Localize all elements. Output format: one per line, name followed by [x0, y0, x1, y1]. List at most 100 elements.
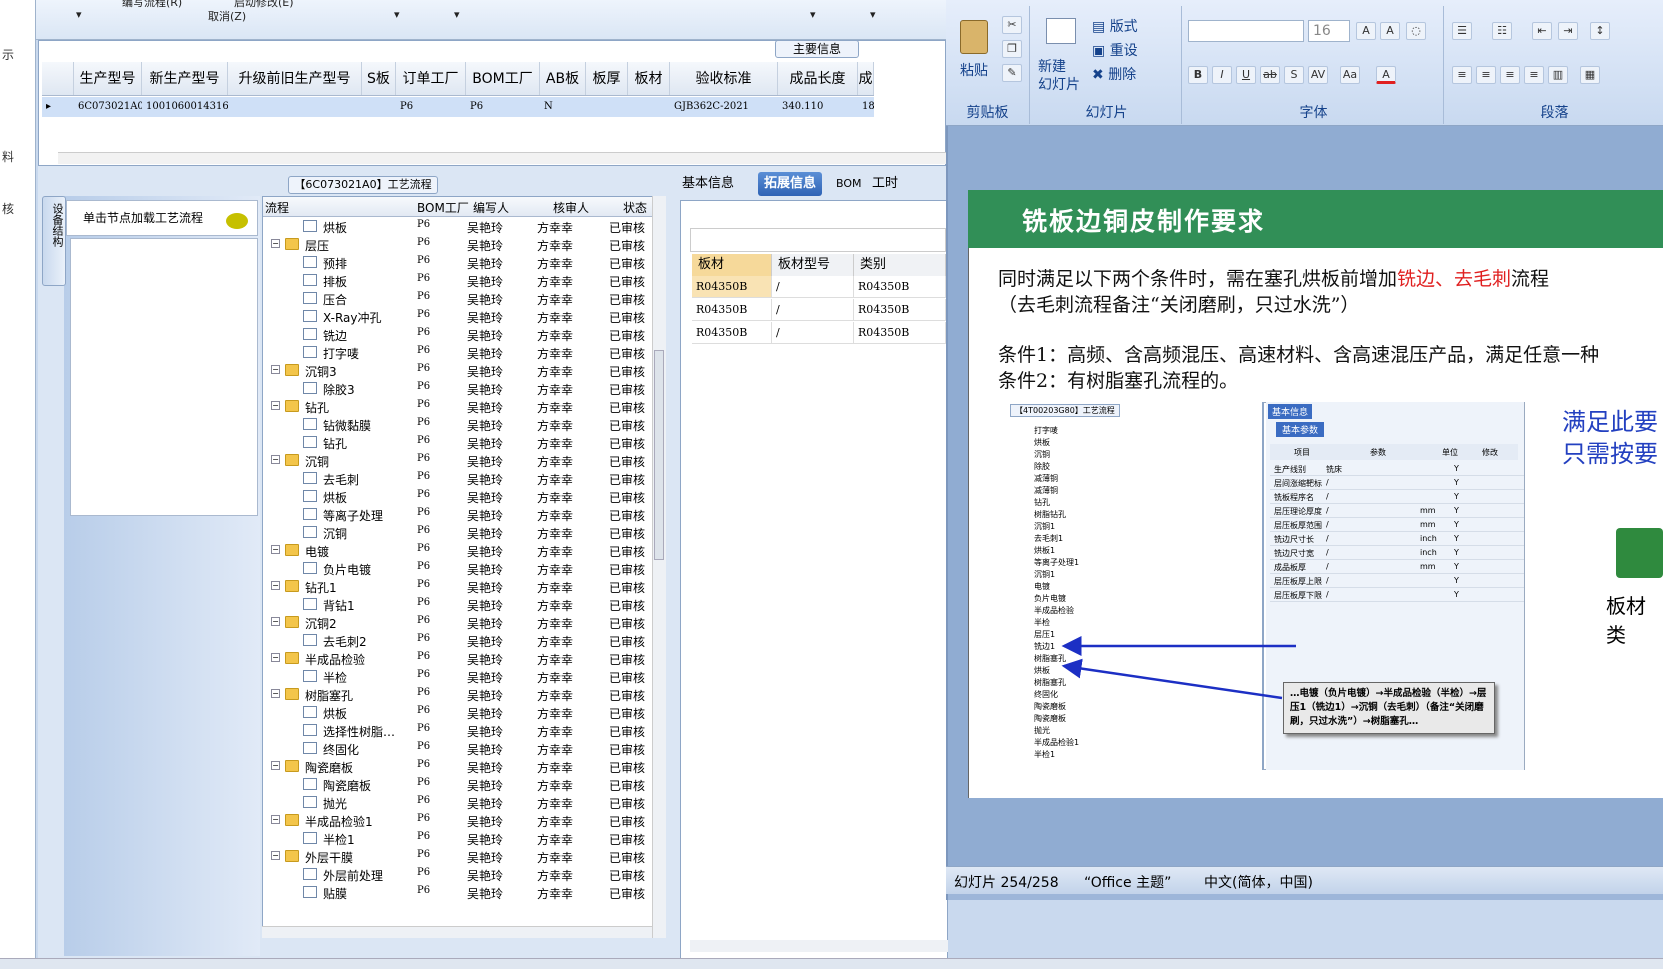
- table-cell[interactable]: 6C073021A0: [74, 97, 142, 117]
- shadow-icon[interactable]: S: [1284, 66, 1304, 84]
- cut-icon[interactable]: ✂: [1002, 16, 1022, 34]
- table-cell[interactable]: [228, 97, 362, 117]
- column-header[interactable]: 流程: [265, 199, 289, 216]
- column-header[interactable]: 生产型号: [74, 62, 142, 95]
- column-header[interactable]: 成品长度: [778, 62, 858, 95]
- tree-leaf-row[interactable]: 钻微黏膜 P6 吴艳玲 方幸幸 已审核: [263, 415, 665, 434]
- tree-folder-row[interactable]: − 层压 P6 吴艳玲 方幸幸 已审核: [263, 235, 665, 254]
- table-cell[interactable]: R04350B: [692, 322, 772, 343]
- column-header[interactable]: 新生产型号: [142, 62, 228, 95]
- collapse-toggle-icon[interactable]: −: [271, 761, 280, 770]
- tree-leaf-row[interactable]: 半检 P6 吴艳玲 方幸幸 已审核: [263, 667, 665, 686]
- font-size-select[interactable]: 16: [1308, 20, 1350, 42]
- tree-leaf-row[interactable]: 半检1 P6 吴艳玲 方幸幸 已审核: [263, 829, 665, 848]
- grow-font-icon[interactable]: A: [1356, 22, 1376, 40]
- tab-bom[interactable]: BOM: [830, 172, 868, 196]
- tree-leaf-row[interactable]: 终固化 P6 吴艳玲 方幸幸 已审核: [263, 739, 665, 758]
- tree-folder-row[interactable]: − 钻孔 P6 吴艳玲 方幸幸 已审核: [263, 397, 665, 416]
- column-header[interactable]: AB板: [540, 62, 586, 95]
- tree-folder-row[interactable]: − 半成品检验 P6 吴艳玲 方幸幸 已审核: [263, 649, 665, 668]
- table-cell[interactable]: 10010600143161: [142, 97, 228, 117]
- tree-leaf-row[interactable]: 去毛刺 P6 吴艳玲 方幸幸 已审核: [263, 469, 665, 488]
- table-row[interactable]: R04350B / R04350B: [692, 322, 946, 344]
- chevron-down-icon[interactable]: ▾: [454, 8, 460, 21]
- table-cell[interactable]: R04350B: [854, 299, 946, 320]
- table-row[interactable]: R04350B / R04350B: [692, 276, 946, 298]
- chevron-down-icon[interactable]: ▾: [76, 8, 82, 21]
- tree-leaf-row[interactable]: 排板 P6 吴艳玲 方幸幸 已审核: [263, 271, 665, 290]
- collapse-toggle-icon[interactable]: −: [271, 617, 280, 626]
- format-painter-icon[interactable]: ✎: [1002, 64, 1022, 82]
- collapse-toggle-icon[interactable]: −: [271, 851, 280, 860]
- table-cell[interactable]: 340.110: [778, 97, 858, 117]
- language[interactable]: 中文(简体，中国): [1204, 872, 1313, 892]
- tree-leaf-row[interactable]: 沉铜 P6 吴艳玲 方幸幸 已审核: [263, 523, 665, 542]
- table-cell[interactable]: R04350B: [854, 322, 946, 343]
- table-cell[interactable]: /: [772, 299, 854, 320]
- tree-folder-row[interactable]: − 沉铜 P6 吴艳玲 方幸幸 已审核: [263, 451, 665, 470]
- layout-button[interactable]: ▤ 版式: [1092, 16, 1138, 36]
- tree-leaf-row[interactable]: 除胶3 P6 吴艳玲 方幸幸 已审核: [263, 379, 665, 398]
- column-header[interactable]: BOM工厂: [417, 199, 469, 216]
- underline-icon[interactable]: U: [1236, 66, 1256, 84]
- tree-folder-row[interactable]: − 沉铜2 P6 吴艳玲 方幸幸 已审核: [263, 613, 665, 632]
- tree-folder-row[interactable]: − 外层干膜 P6 吴艳玲 方幸幸 已审核: [263, 847, 665, 866]
- increase-indent-icon[interactable]: ⇥: [1558, 22, 1578, 40]
- new-slide-button[interactable]: 新建 幻灯片: [1038, 58, 1080, 94]
- column-header[interactable]: 板材型号: [772, 254, 854, 276]
- table-cell[interactable]: 18: [858, 97, 874, 117]
- tree-leaf-row[interactable]: 烘板 P6 吴艳玲 方幸幸 已审核: [263, 487, 665, 506]
- column-header[interactable]: 板厚: [586, 62, 628, 95]
- chevron-down-icon[interactable]: ▾: [394, 8, 400, 21]
- detail-horizontal-scrollbar[interactable]: [690, 940, 948, 952]
- decrease-indent-icon[interactable]: ⇤: [1532, 22, 1552, 40]
- bold-icon[interactable]: B: [1188, 66, 1208, 84]
- chevron-down-icon[interactable]: ▾: [870, 8, 876, 21]
- table-cell[interactable]: [628, 97, 670, 117]
- collapse-toggle-icon[interactable]: −: [271, 401, 280, 410]
- tree-leaf-row[interactable]: X-Ray冲孔 P6 吴艳玲 方幸幸 已审核: [263, 307, 665, 326]
- tree-leaf-row[interactable]: 铣边 P6 吴艳玲 方幸幸 已审核: [263, 325, 665, 344]
- tree-folder-row[interactable]: − 半成品检验1 P6 吴艳玲 方幸幸 已审核: [263, 811, 665, 830]
- tree-leaf-row[interactable]: 等离子处理 P6 吴艳玲 方幸幸 已审核: [263, 505, 665, 524]
- tree-leaf-row[interactable]: 去毛刺2 P6 吴艳玲 方幸幸 已审核: [263, 631, 665, 650]
- table-cell[interactable]: P6: [396, 97, 466, 117]
- table-cell[interactable]: R04350B: [854, 276, 946, 297]
- scrollbar-thumb[interactable]: [654, 350, 664, 560]
- tree-folder-row[interactable]: − 陶瓷磨板 P6 吴艳玲 方幸幸 已审核: [263, 757, 665, 776]
- tree-leaf-row[interactable]: 抛光 P6 吴艳玲 方幸幸 已审核: [263, 793, 665, 812]
- column-header[interactable]: 核审人: [553, 199, 589, 216]
- table-row[interactable]: R04350B / R04350B: [692, 299, 946, 321]
- tree-folder-row[interactable]: − 电镀 P6 吴艳玲 方幸幸 已审核: [263, 541, 665, 560]
- collapse-toggle-icon[interactable]: −: [271, 545, 280, 554]
- collapse-toggle-icon[interactable]: −: [271, 581, 280, 590]
- column-header[interactable]: 升级前旧生产型号: [228, 62, 362, 95]
- tree-leaf-row[interactable]: 钻孔 P6 吴艳玲 方幸幸 已审核: [263, 433, 665, 452]
- menu-item-cancel[interactable]: 取消(Z): [208, 8, 246, 24]
- collapse-toggle-icon[interactable]: −: [271, 815, 280, 824]
- copy-icon[interactable]: ❐: [1002, 40, 1022, 58]
- paste-button[interactable]: 粘贴: [960, 60, 988, 80]
- font-name-select[interactable]: [1188, 20, 1304, 42]
- column-header[interactable]: 成: [858, 62, 874, 95]
- excel-icon[interactable]: [1616, 528, 1663, 578]
- table-cell[interactable]: [362, 97, 396, 117]
- tree-leaf-row[interactable]: 陶瓷磨板 P6 吴艳玲 方幸幸 已审核: [263, 775, 665, 794]
- tab-work-hours[interactable]: 工时: [866, 172, 904, 196]
- column-header[interactable]: 状态: [623, 199, 647, 216]
- tree-leaf-row[interactable]: 外层前处理 P6 吴艳玲 方幸幸 已审核: [263, 865, 665, 884]
- tree-leaf-row[interactable]: 背钻1 P6 吴艳玲 方幸幸 已审核: [263, 595, 665, 614]
- align-center-icon[interactable]: ≡: [1476, 66, 1496, 84]
- new-slide-icon[interactable]: [1046, 18, 1076, 44]
- collapse-toggle-icon[interactable]: −: [271, 239, 280, 248]
- align-right-icon[interactable]: ≡: [1500, 66, 1520, 84]
- strikethrough-icon[interactable]: ab: [1260, 66, 1280, 84]
- collapse-toggle-icon[interactable]: −: [271, 365, 280, 374]
- tree-vertical-scrollbar[interactable]: [652, 196, 666, 938]
- tree-leaf-row[interactable]: 负片电镀 P6 吴艳玲 方幸幸 已审核: [263, 559, 665, 578]
- column-header[interactable]: 验收标准: [670, 62, 778, 95]
- font-color-icon[interactable]: A: [1376, 66, 1396, 84]
- shrink-font-icon[interactable]: A: [1380, 22, 1400, 40]
- char-spacing-icon[interactable]: AV: [1308, 66, 1328, 84]
- column-header[interactable]: 订单工厂: [396, 62, 466, 95]
